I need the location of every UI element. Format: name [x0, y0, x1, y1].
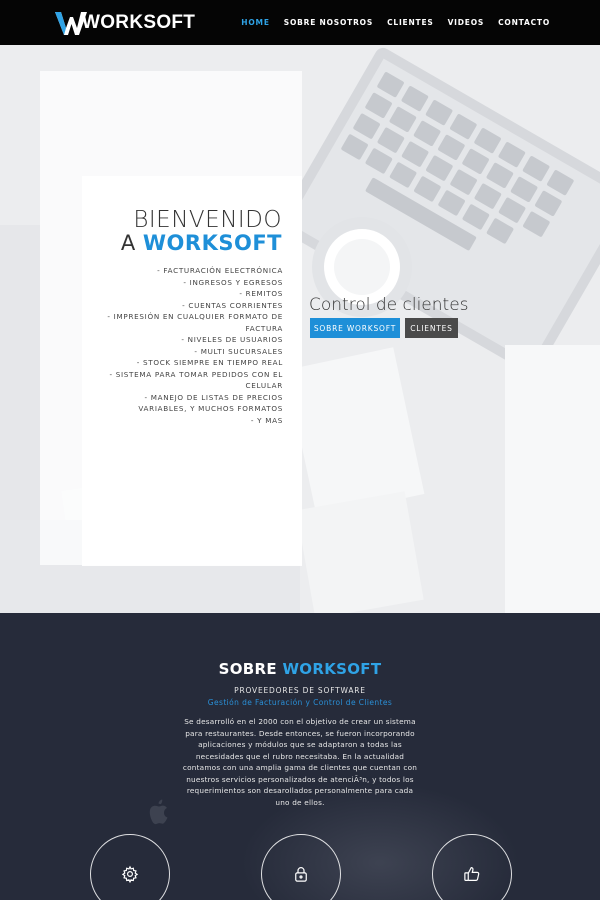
about-section: SOBRE WORKSOFT PROVEEDORES DE SOFTWARE G… — [0, 613, 600, 900]
feature-item: - INGRESOS Y EGRESOS — [183, 277, 283, 287]
thumbs-up-icon — [464, 867, 480, 881]
about-subtitle: PROVEEDORES DE SOFTWARE — [234, 686, 366, 695]
hero-title-line2: A WORKSOFT — [121, 231, 282, 255]
feature-item: - STOCK SIEMPRE EN TIEMPO REAL — [136, 358, 283, 367]
feature-list: - FACTURACIÓN ELECTRÓNICA - INGRESOS Y E… — [100, 265, 283, 426]
clientes-button[interactable]: CLIENTES — [405, 318, 458, 338]
feature-item: - MULTI SUCURSALES — [194, 346, 283, 356]
hero-section: BIENVENIDO A WORKSOFT - FACTURACIÓN ELEC… — [0, 45, 600, 613]
sobre-worksoft-button[interactable]: SOBRE WORKSOFT — [310, 318, 400, 338]
hero-subtitle: Control de clientes — [309, 295, 469, 315]
hero-title-accent: WORKSOFT — [142, 231, 282, 255]
hero-title-prefix: A — [120, 231, 136, 255]
gear-icon — [121, 865, 139, 883]
feature-item: - Y MAS — [250, 415, 283, 425]
lock-icon — [295, 867, 307, 882]
nav-videos[interactable]: VIDEOS — [448, 18, 485, 27]
feature-item: - CUENTAS CORRIENTES — [182, 300, 283, 310]
nav-contacto[interactable]: CONTACTO — [498, 18, 550, 27]
hero-title-line1: BIENVENIDO — [133, 207, 282, 233]
feature-item: - SISTEMA PARA TOMAR PEDIDOS CON EL CELU… — [109, 369, 283, 391]
main-menu: HOME SOBRE NOSOTROS CLIENTES VIDEOS CONT… — [241, 0, 550, 45]
apple-logo-icon — [149, 799, 168, 825]
feature-item: - REMITOS — [239, 289, 283, 298]
nav-home[interactable]: HOME — [241, 18, 269, 27]
feature-circle-settings[interactable] — [90, 834, 170, 900]
about-description: Se desarrolló en el 2000 con el objetivo… — [182, 717, 418, 807]
feature-item: - FACTURACIÓN ELECTRÓNICA — [157, 266, 283, 275]
feature-item: - IMPRESIÓN EN CUALQUIER FORMATO DE FACT… — [107, 312, 283, 333]
nav-clientes[interactable]: CLIENTES — [387, 18, 434, 27]
about-tagline: Gestión de Facturación y Control de Clie… — [207, 698, 393, 707]
feature-item: - NIVELES DE USUARIOS — [181, 335, 283, 344]
logo-text: WORKSOFT — [82, 12, 196, 33]
about-title: SOBRE WORKSOFT — [0, 660, 600, 678]
nav-sobre-nosotros[interactable]: SOBRE NOSOTROS — [284, 18, 373, 27]
logo[interactable]: WORKSOFT — [54, 9, 195, 37]
about-title-accent: WORKSOFT — [282, 660, 382, 678]
feature-item: - MANEJO DE LISTAS DE PRECIOS VARIABLES,… — [138, 392, 283, 414]
about-title-prefix: SOBRE — [218, 660, 277, 678]
top-navbar: WORKSOFT HOME SOBRE NOSOTROS CLIENTES VI… — [0, 0, 600, 45]
